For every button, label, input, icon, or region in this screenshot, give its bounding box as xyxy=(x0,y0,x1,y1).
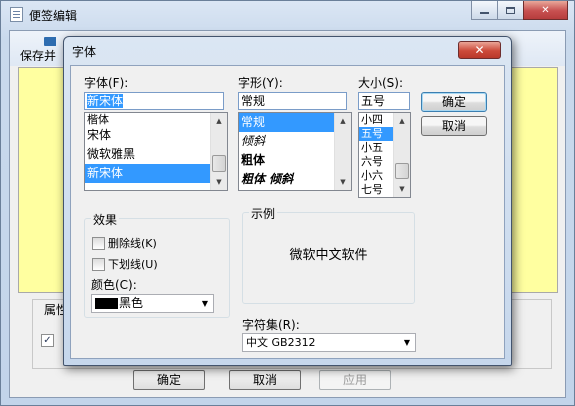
properties-checkbox[interactable]: ✓ xyxy=(41,334,54,347)
maximize-button[interactable] xyxy=(497,1,524,20)
size-input-value: 五号 xyxy=(361,94,386,108)
window-title: 便签编辑 xyxy=(29,9,78,23)
dialog-close-button[interactable]: ✕ xyxy=(458,41,501,59)
script-label: 字符集(R): xyxy=(242,318,300,332)
checkbox-box[interactable] xyxy=(92,236,105,250)
close-button[interactable]: ✕ xyxy=(523,1,568,20)
color-value: 黑色 xyxy=(119,296,144,310)
save-icon xyxy=(44,37,56,46)
list-item-selected[interactable]: 常规 xyxy=(239,113,334,132)
list-item-selected[interactable]: 新宋体 xyxy=(85,164,210,183)
scroll-up-icon[interactable]: ▲ xyxy=(394,113,410,129)
save-tool-label: 保存并 xyxy=(20,49,56,61)
scroll-down-icon[interactable]: ▼ xyxy=(335,174,351,190)
scroll-thumb[interactable] xyxy=(395,163,409,179)
list-item[interactable]: 宋体 xyxy=(85,126,227,145)
script-value: 中文 GB2312 xyxy=(246,336,316,349)
style-label: 字形(Y): xyxy=(238,76,283,90)
minimize-button[interactable] xyxy=(471,1,498,20)
list-item[interactable]: 微软雅黑 xyxy=(85,145,227,164)
scroll-down-icon[interactable]: ▼ xyxy=(211,174,227,190)
color-swatch xyxy=(95,298,118,309)
size-listbox[interactable]: 小四 五号 小五 六号 小六 七号 八号 ▲ ▼ xyxy=(358,112,411,198)
color-label: 颜色(C): xyxy=(91,278,137,292)
style-input[interactable]: 常规 xyxy=(238,92,347,110)
list-item-selected[interactable]: 五号 xyxy=(359,127,393,141)
caption-buttons: ✕ xyxy=(471,1,568,20)
font-input-value: 新宋体 xyxy=(87,94,124,108)
size-scrollbar[interactable]: ▲ ▼ xyxy=(393,113,410,197)
script-select[interactable]: 中文 GB2312 ▼ xyxy=(242,333,416,352)
list-item[interactable]: 楷体 xyxy=(85,113,227,126)
scroll-thumb[interactable] xyxy=(212,155,226,172)
font-listbox[interactable]: 楷体 宋体 微软雅黑 新宋体 ▲ ▼ xyxy=(84,112,228,191)
effects-group: 效果 删除线(K) 下划线(U) 颜色(C): 黑色 ▼ xyxy=(84,211,230,318)
chevron-down-icon[interactable]: ▼ xyxy=(197,295,213,312)
font-cancel-button[interactable]: 取消 xyxy=(421,116,487,136)
font-scrollbar[interactable]: ▲ ▼ xyxy=(210,113,227,190)
style-scrollbar[interactable]: ▲ ▼ xyxy=(334,113,351,190)
checkbox-box[interactable] xyxy=(92,257,105,271)
sample-title: 示例 xyxy=(249,205,278,222)
close-icon: ✕ xyxy=(474,43,485,57)
font-input[interactable]: 新宋体 xyxy=(84,92,224,110)
underline-label: 下划线(U) xyxy=(108,258,158,271)
dialog-title: 字体 xyxy=(72,45,97,59)
sample-group: 示例 微软中文软件 xyxy=(242,205,415,304)
title-bar: 便签编辑 ✕ xyxy=(1,1,574,29)
dialog-body: 字体(F): 新宋体 楷体 宋体 微软雅黑 新宋体 ▲ ▼ 字形(Y): 常规 … xyxy=(70,65,505,359)
underline-checkbox[interactable]: 下划线(U) xyxy=(92,256,158,272)
style-input-value: 常规 xyxy=(241,94,266,108)
sample-text: 微软中文软件 xyxy=(289,248,368,263)
apply-button[interactable]: 应用 xyxy=(319,370,391,390)
chevron-down-icon[interactable]: ▼ xyxy=(399,334,415,351)
size-label: 大小(S): xyxy=(358,76,404,90)
font-label: 字体(F): xyxy=(84,76,129,90)
app-icon xyxy=(10,7,23,22)
scroll-up-icon[interactable]: ▲ xyxy=(211,113,227,129)
strikeout-label: 删除线(K) xyxy=(108,237,157,250)
color-select[interactable]: 黑色 ▼ xyxy=(91,294,214,313)
cancel-button[interactable]: 取消 xyxy=(229,370,301,390)
list-item[interactable]: 小四 xyxy=(359,113,393,127)
list-item[interactable]: 八号 xyxy=(359,197,410,198)
scroll-up-icon[interactable]: ▲ xyxy=(335,113,351,129)
size-input[interactable]: 五号 xyxy=(358,92,410,110)
effects-title: 效果 xyxy=(91,211,120,228)
ok-button[interactable]: 确定 xyxy=(133,370,205,390)
style-listbox[interactable]: 常规 倾斜 粗体 粗体 倾斜 ▲ ▼ xyxy=(238,112,352,191)
save-tool-button[interactable]: 保存并 xyxy=(20,37,56,61)
font-ok-button[interactable]: 确定 xyxy=(421,92,487,112)
close-icon: ✕ xyxy=(541,4,550,16)
scroll-down-icon[interactable]: ▼ xyxy=(394,181,410,197)
maximize-icon xyxy=(506,6,515,14)
font-dialog: 字体 ✕ 字体(F): 新宋体 楷体 宋体 微软雅黑 新宋体 ▲ ▼ 字形(Y)… xyxy=(63,36,512,366)
minimize-icon xyxy=(480,11,489,14)
strikeout-checkbox[interactable]: 删除线(K) xyxy=(92,235,157,251)
